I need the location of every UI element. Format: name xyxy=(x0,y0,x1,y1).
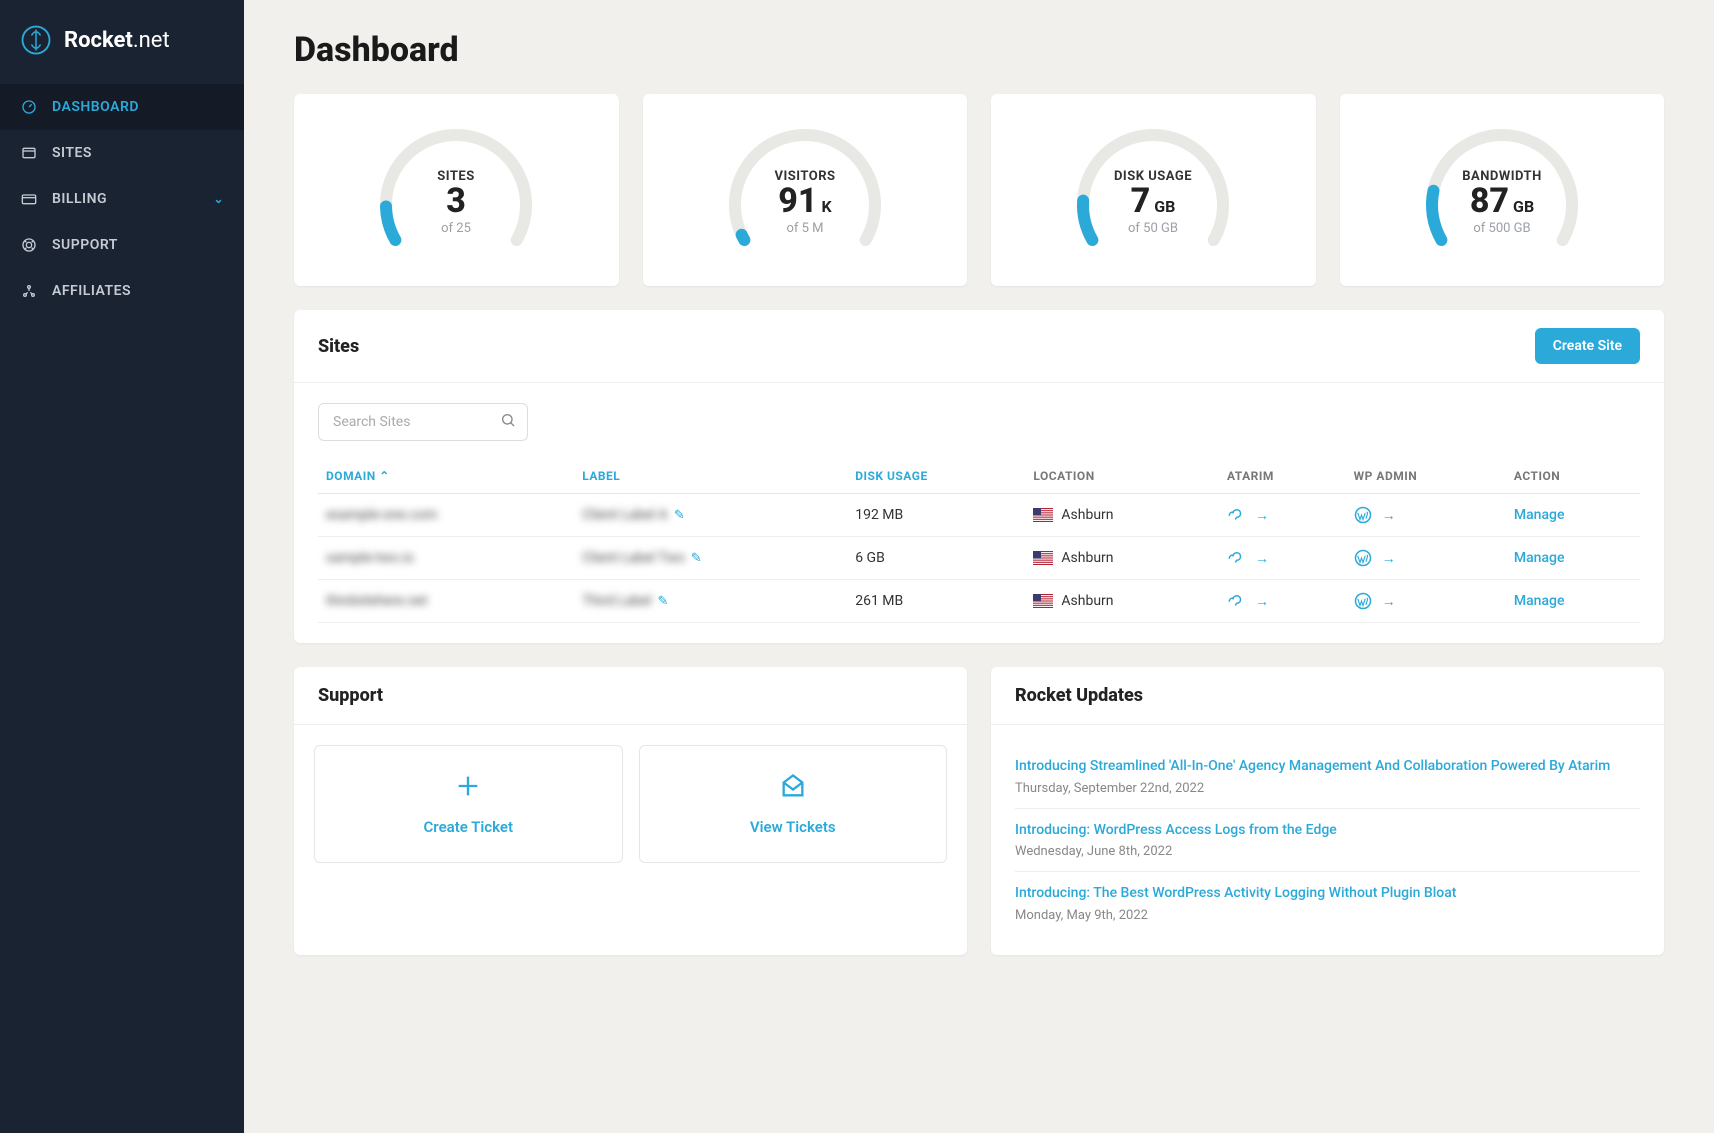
nav-billing[interactable]: BILLING ⌄ xyxy=(0,176,244,222)
manage-link[interactable]: Manage xyxy=(1514,593,1565,609)
location-cell: Ashburn xyxy=(1025,580,1219,623)
svg-text:3: 3 xyxy=(446,181,466,221)
label-cell: Client Label A xyxy=(582,507,668,523)
gauge-visitors: VISITORS 91K of 5 M xyxy=(643,94,968,286)
atarim-links[interactable]: → xyxy=(1227,549,1338,567)
table-row: example-one.com Client Label A ✎ 192 MB A… xyxy=(318,494,1640,537)
sort-asc-icon: ⌃ xyxy=(379,469,390,483)
svg-text:of 5 M: of 5 M xyxy=(786,221,823,236)
nav-dashboard[interactable]: DASHBOARD xyxy=(0,84,244,130)
col-label[interactable]: LABEL xyxy=(574,459,847,494)
nav-label: BILLING xyxy=(52,191,107,207)
table-row: thirdsitehere.net Third Label ✎ 261 MB As… xyxy=(318,580,1640,623)
location-cell: Ashburn xyxy=(1025,537,1219,580)
nav-label: AFFILIATES xyxy=(52,283,131,299)
col-action: ACTION xyxy=(1506,459,1640,494)
svg-text:91K: 91K xyxy=(778,181,832,221)
edit-icon[interactable]: ✎ xyxy=(674,508,685,523)
brand-logo[interactable]: Rocket.net xyxy=(0,0,244,80)
update-link[interactable]: Introducing: WordPress Access Logs from … xyxy=(1015,821,1640,841)
wpadmin-links[interactable]: → xyxy=(1354,549,1498,567)
edit-icon[interactable]: ✎ xyxy=(691,551,702,566)
update-date: Thursday, September 22nd, 2022 xyxy=(1015,781,1640,796)
main-content: Dashboard SITES 3 of 25 VISITORS 91K of … xyxy=(244,0,1714,1133)
gauge-disk-usage: DISK USAGE 7GB of 50 GB xyxy=(991,94,1316,286)
update-link[interactable]: Introducing Streamlined 'All-In-One' Age… xyxy=(1015,757,1640,777)
domain-cell[interactable]: sample-two.io xyxy=(326,550,414,566)
disk-cell: 6 GB xyxy=(847,537,1025,580)
network-icon xyxy=(20,282,38,300)
search-sites-input[interactable] xyxy=(318,403,528,441)
wpadmin-links[interactable]: → xyxy=(1354,506,1498,524)
chevron-down-icon: ⌄ xyxy=(213,192,224,206)
gauge-sites: SITES 3 of 25 xyxy=(294,94,619,286)
svg-text:of 500 GB: of 500 GB xyxy=(1473,221,1530,236)
domain-cell[interactable]: thirdsitehere.net xyxy=(326,593,427,609)
sidebar-nav: DASHBOARD SITES BILLING ⌄ SUPPORT AFFILI… xyxy=(0,80,244,314)
nav-affiliates[interactable]: AFFILIATES xyxy=(0,268,244,314)
support-heading: Support xyxy=(318,685,383,706)
wpadmin-links[interactable]: → xyxy=(1354,592,1498,610)
window-icon xyxy=(20,144,38,162)
create-ticket-label: Create Ticket xyxy=(424,818,513,836)
svg-text:of 25: of 25 xyxy=(441,221,471,236)
disk-cell: 261 MB xyxy=(847,580,1025,623)
updates-heading: Rocket Updates xyxy=(1015,685,1143,706)
svg-text:of 50 GB: of 50 GB xyxy=(1128,221,1178,236)
create-site-button[interactable]: Create Site xyxy=(1535,328,1640,364)
nav-sites[interactable]: SITES xyxy=(0,130,244,176)
col-disk[interactable]: DISK USAGE xyxy=(847,459,1025,494)
svg-text:87GB: 87GB xyxy=(1470,181,1534,221)
label-cell: Third Label xyxy=(582,593,651,609)
svg-text:7GB: 7GB xyxy=(1131,181,1176,221)
support-panel: Support Create Ticket View Tickets xyxy=(294,667,967,955)
update-item: Introducing: The Best WordPress Activity… xyxy=(1015,872,1640,935)
update-item: Introducing Streamlined 'All-In-One' Age… xyxy=(1015,745,1640,809)
nav-label: DASHBOARD xyxy=(52,99,139,115)
atarim-links[interactable]: → xyxy=(1227,506,1338,524)
lifebuoy-icon xyxy=(20,236,38,254)
atarim-links[interactable]: → xyxy=(1227,592,1338,610)
disk-cell: 192 MB xyxy=(847,494,1025,537)
view-tickets-tile[interactable]: View Tickets xyxy=(639,745,948,863)
sites-panel: Sites Create Site DOMAIN ⌃ LABEL DISK US… xyxy=(294,310,1664,643)
gauge-bandwidth: BANDWIDTH 87GB of 500 GB xyxy=(1340,94,1665,286)
manage-link[interactable]: Manage xyxy=(1514,507,1565,523)
create-ticket-tile[interactable]: Create Ticket xyxy=(314,745,623,863)
update-link[interactable]: Introducing: The Best WordPress Activity… xyxy=(1015,884,1640,904)
col-location: LOCATION xyxy=(1025,459,1219,494)
nav-label: SUPPORT xyxy=(52,237,118,253)
edit-icon[interactable]: ✎ xyxy=(658,594,669,609)
col-atarim: ATARIM xyxy=(1219,459,1346,494)
credit-card-icon xyxy=(20,190,38,208)
nav-label: SITES xyxy=(52,145,92,161)
svg-text:DISK USAGE: DISK USAGE xyxy=(1114,169,1192,184)
search-wrapper xyxy=(318,403,528,441)
col-wpadmin: WP ADMIN xyxy=(1346,459,1506,494)
sites-heading: Sites xyxy=(318,336,359,357)
page-title: Dashboard xyxy=(294,30,1664,70)
gauge-row: SITES 3 of 25 VISITORS 91K of 5 M DISK U… xyxy=(294,94,1664,286)
manage-link[interactable]: Manage xyxy=(1514,550,1565,566)
rocket-logo-icon xyxy=(20,24,52,56)
update-date: Wednesday, June 8th, 2022 xyxy=(1015,844,1640,859)
sidebar: Rocket.net DASHBOARD SITES BILLING ⌄ SUP… xyxy=(0,0,244,1133)
brand-name: Rocket.net xyxy=(64,28,170,53)
envelope-open-icon xyxy=(779,772,807,804)
search-icon xyxy=(500,412,516,432)
col-domain[interactable]: DOMAIN ⌃ xyxy=(318,459,574,494)
update-item: Introducing: WordPress Access Logs from … xyxy=(1015,809,1640,873)
label-cell: Client Label Two xyxy=(582,550,685,566)
location-cell: Ashburn xyxy=(1025,494,1219,537)
domain-cell[interactable]: example-one.com xyxy=(326,507,437,523)
nav-support[interactable]: SUPPORT xyxy=(0,222,244,268)
gauge-icon xyxy=(20,98,38,116)
updates-panel: Rocket Updates Introducing Streamlined '… xyxy=(991,667,1664,955)
view-tickets-label: View Tickets xyxy=(750,818,836,836)
plus-icon xyxy=(454,772,482,804)
table-row: sample-two.io Client Label Two ✎ 6 GB Ash… xyxy=(318,537,1640,580)
update-date: Monday, May 9th, 2022 xyxy=(1015,908,1640,923)
sites-table: DOMAIN ⌃ LABEL DISK USAGE LOCATION ATARI… xyxy=(318,459,1640,623)
